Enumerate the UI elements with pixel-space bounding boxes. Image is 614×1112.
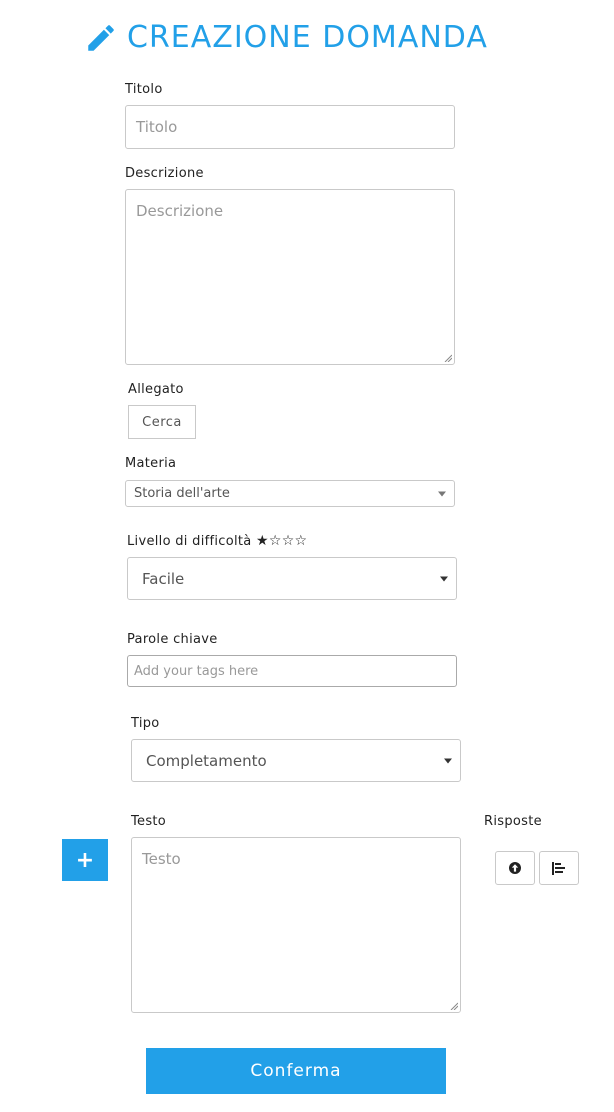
confirm-button[interactable]: Conferma — [146, 1048, 446, 1094]
browse-button[interactable]: Cerca — [128, 405, 196, 439]
title-input[interactable]: Titolo — [125, 105, 455, 149]
keywords-label: Parole chiave — [127, 632, 218, 647]
description-label: Descrizione — [125, 166, 204, 181]
title-label: Titolo — [125, 82, 163, 97]
align-left-icon — [552, 861, 565, 875]
browse-button-label: Cerca — [142, 414, 182, 430]
difficulty-label-row: Livello di difficoltà ★☆☆☆ — [127, 533, 307, 549]
tags-placeholder: Add your tags here — [134, 663, 259, 679]
upload-icon — [509, 862, 521, 874]
type-label: Tipo — [131, 716, 160, 731]
star-rating: ★☆☆☆ — [256, 533, 308, 549]
chevron-down-icon — [444, 758, 452, 763]
type-select[interactable]: Completamento — [131, 739, 461, 782]
text-placeholder: Testo — [142, 850, 181, 868]
attachment-label: Allegato — [128, 382, 184, 397]
upload-button[interactable] — [495, 851, 535, 885]
page-title: CREAZIONE DOMANDA — [127, 20, 488, 55]
chevron-down-icon — [440, 576, 448, 581]
resize-handle-icon[interactable] — [444, 354, 452, 362]
pencil-icon — [88, 25, 114, 51]
difficulty-label: Livello di difficoltà — [127, 534, 252, 549]
title-placeholder: Titolo — [136, 118, 178, 136]
page-header: CREAZIONE DOMANDA — [84, 18, 488, 58]
align-left-button[interactable] — [539, 851, 579, 885]
confirm-button-label: Conferma — [250, 1061, 342, 1081]
chevron-down-icon — [438, 491, 446, 496]
subject-select[interactable]: Storia dell'arte — [125, 480, 455, 507]
text-label: Testo — [131, 814, 167, 829]
type-value: Completamento — [146, 751, 267, 770]
answers-label: Risposte — [484, 814, 542, 829]
subject-label: Materia — [125, 456, 177, 471]
description-textarea[interactable]: Descrizione — [125, 189, 455, 365]
difficulty-value: Facile — [142, 569, 185, 588]
add-button[interactable]: + — [62, 839, 108, 881]
difficulty-select[interactable]: Facile — [127, 557, 457, 600]
text-textarea[interactable]: Testo — [131, 837, 461, 1013]
tags-input[interactable]: Add your tags here — [127, 655, 457, 687]
question-creation-page: CREAZIONE DOMANDA Titolo Titolo Descrizi… — [0, 0, 614, 1112]
resize-handle-icon[interactable] — [450, 1002, 458, 1010]
subject-value: Storia dell'arte — [134, 486, 230, 501]
description-placeholder: Descrizione — [136, 202, 224, 220]
